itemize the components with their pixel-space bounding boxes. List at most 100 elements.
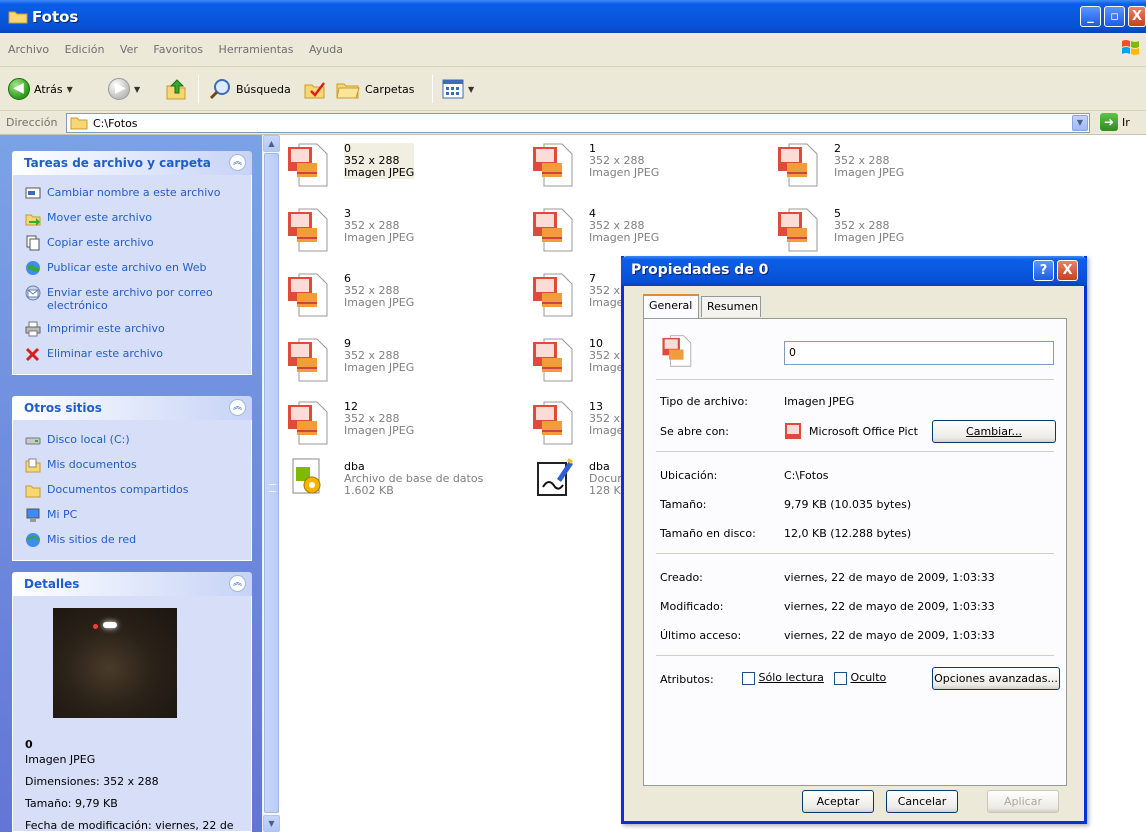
opens-with-label: Se abre con: <box>660 425 729 438</box>
menu-archivo[interactable]: Archivo <box>2 33 55 67</box>
cancel-button[interactable]: Cancelar <box>886 790 958 813</box>
jpeg-image-icon <box>288 273 328 317</box>
readonly-checkbox-box[interactable] <box>742 671 755 685</box>
file-item[interactable]: 0 352 x 288 Imagen JPEG <box>280 135 510 189</box>
file-type: Imagen JPEG <box>344 424 415 437</box>
scroll-up-icon[interactable]: ▲ <box>263 135 280 152</box>
task-email[interactable]: Enviar este archivo por correo electróni… <box>25 285 243 312</box>
ok-button[interactable]: Aceptar <box>802 790 874 813</box>
menu-ver[interactable]: Ver <box>114 33 144 67</box>
readonly-checkbox[interactable]: Sólo lectura <box>742 671 824 685</box>
back-button[interactable]: ◀ Atrás ▼ <box>8 75 73 103</box>
file-item[interactable]: 4 352 x 288 Imagen JPEG <box>525 200 755 254</box>
delete-icon <box>25 347 40 362</box>
collapse-chevron-icon[interactable]: ︽ <box>229 399 246 416</box>
tab-general[interactable]: General <box>643 294 699 318</box>
hidden-checkbox[interactable]: Oculto <box>834 671 886 685</box>
menu-edicion[interactable]: Edición <box>59 33 111 67</box>
maximize-button[interactable]: ▫ <box>1104 6 1125 27</box>
change-button[interactable]: Cambiar... <box>932 420 1056 443</box>
apply-button[interactable]: Aplicar <box>987 790 1059 813</box>
task-delete[interactable]: Eliminar este archivo <box>25 346 243 362</box>
place-network[interactable]: Mis sitios de red <box>25 532 243 548</box>
file-item[interactable]: 12 352 x 288 Imagen JPEG <box>280 393 510 447</box>
minimize-button[interactable]: _ <box>1080 6 1101 27</box>
size-value: 9,79 KB (10.035 bytes) <box>784 498 912 511</box>
print-icon <box>25 321 41 337</box>
place-my-computer[interactable]: Mi PC <box>25 507 243 523</box>
details-header[interactable]: Detalles ︽ <box>12 572 252 596</box>
forward-button[interactable]: ▶ ▼ <box>108 75 140 103</box>
address-input[interactable]: C:\Fotos ▼ <box>66 113 1090 133</box>
go-button[interactable]: ➜ Ir <box>1100 113 1130 131</box>
place-my-documents[interactable]: Mis documentos <box>25 457 243 473</box>
scroll-down-icon[interactable]: ▼ <box>263 815 280 832</box>
tab-summary[interactable]: Resumen <box>701 296 761 317</box>
file-item[interactable]: 5 352 x 288 Imagen JPEG <box>770 200 1000 254</box>
disk-size-label: Tamaño en disco: <box>660 527 756 540</box>
menu-favoritos[interactable]: Favoritos <box>147 33 209 67</box>
file-tasks-header[interactable]: Tareas de archivo y carpeta ︽ <box>12 151 252 175</box>
close-button[interactable]: X <box>1128 6 1146 27</box>
folder-icon <box>8 11 28 24</box>
window-titlebar[interactable]: Fotos _ ▫ X <box>0 0 1146 33</box>
jpeg-image-icon <box>778 208 818 252</box>
toolbar-separator <box>432 75 433 103</box>
folder-tools-button[interactable] <box>303 75 327 103</box>
task-publish-web[interactable]: Publicar este archivo en Web <box>25 260 243 276</box>
up-folder-button[interactable] <box>164 75 188 103</box>
vertical-scrollbar[interactable]: ▲ ▼ <box>262 135 280 832</box>
collapse-chevron-icon[interactable]: ︽ <box>229 575 246 592</box>
jpeg-image-icon <box>288 338 328 382</box>
task-copy[interactable]: Copiar este archivo <box>25 235 243 251</box>
help-button[interactable]: ? <box>1033 260 1054 281</box>
windows-logo-icon <box>1122 40 1139 55</box>
rename-icon <box>25 187 41 199</box>
other-places-header[interactable]: Otros sitios ︽ <box>12 396 252 420</box>
opens-with-value: Microsoft Office Pict <box>809 425 918 438</box>
file-item[interactable]: dba Archivo de base de datos 1.602 KB <box>280 453 510 507</box>
search-button[interactable]: Búsqueda <box>208 75 291 103</box>
forward-dropdown-icon[interactable]: ▼ <box>134 85 140 94</box>
address-dropdown-icon[interactable]: ▼ <box>1072 115 1088 131</box>
shared-folder-icon <box>25 485 41 498</box>
file-name-input[interactable]: 0 <box>784 341 1054 365</box>
menu-herramientas[interactable]: Herramientas <box>213 33 300 67</box>
file-type: Imagen JPEG <box>834 231 905 244</box>
advanced-options-button[interactable]: Opciones avanzadas... <box>932 667 1060 690</box>
collapse-chevron-icon[interactable]: ︽ <box>229 154 246 171</box>
jpeg-image-icon <box>533 338 573 382</box>
task-print[interactable]: Imprimir este archivo <box>25 321 243 337</box>
toolbar: ◀ Atrás ▼ ▶ ▼ Búsqueda Carpetas ▼ <box>0 67 1146 111</box>
file-type: Imagen JPEG <box>344 166 415 179</box>
location-value: C:\Fotos <box>784 469 829 482</box>
file-item[interactable]: 9 352 x 288 Imagen JPEG <box>280 330 510 384</box>
back-dropdown-icon[interactable]: ▼ <box>67 85 73 94</box>
views-button[interactable]: ▼ <box>442 75 474 103</box>
place-shared-documents[interactable]: Documentos compartidos <box>25 482 243 498</box>
search-icon <box>209 79 230 100</box>
jpeg-image-icon <box>533 208 573 252</box>
size-label: Tamaño: <box>660 498 707 511</box>
file-item[interactable]: 3 352 x 288 Imagen JPEG <box>280 200 510 254</box>
file-item[interactable]: 2 352 x 288 Imagen JPEG <box>770 135 1000 189</box>
hidden-checkbox-box[interactable] <box>834 671 847 685</box>
scroll-thumb[interactable] <box>264 153 279 813</box>
place-local-disk[interactable]: Disco local (C:) <box>25 432 243 448</box>
menu-ayuda[interactable]: Ayuda <box>303 33 349 67</box>
folders-button[interactable]: Carpetas <box>335 75 414 103</box>
task-rename[interactable]: Cambiar nombre a este archivo <box>25 185 243 201</box>
dialog-close-button[interactable]: X <box>1057 260 1078 281</box>
views-icon <box>442 79 464 99</box>
file-item[interactable]: 6 352 x 288 Imagen JPEG <box>280 265 510 319</box>
jpeg-image-icon <box>288 401 328 445</box>
task-move[interactable]: Mover este archivo <box>25 210 243 226</box>
views-dropdown-icon[interactable]: ▼ <box>468 85 474 94</box>
details-panel: Detalles ︽ 0 Imagen JPEG Dimensiones: 35… <box>12 572 252 832</box>
move-icon <box>25 214 41 226</box>
file-item[interactable]: 1 352 x 288 Imagen JPEG <box>525 135 755 189</box>
back-label: Atrás <box>34 82 63 96</box>
dialog-titlebar[interactable]: Propiedades de 0 ? X <box>621 256 1087 286</box>
jpeg-image-icon <box>288 208 328 252</box>
modified-label: Modificado: <box>660 600 724 613</box>
